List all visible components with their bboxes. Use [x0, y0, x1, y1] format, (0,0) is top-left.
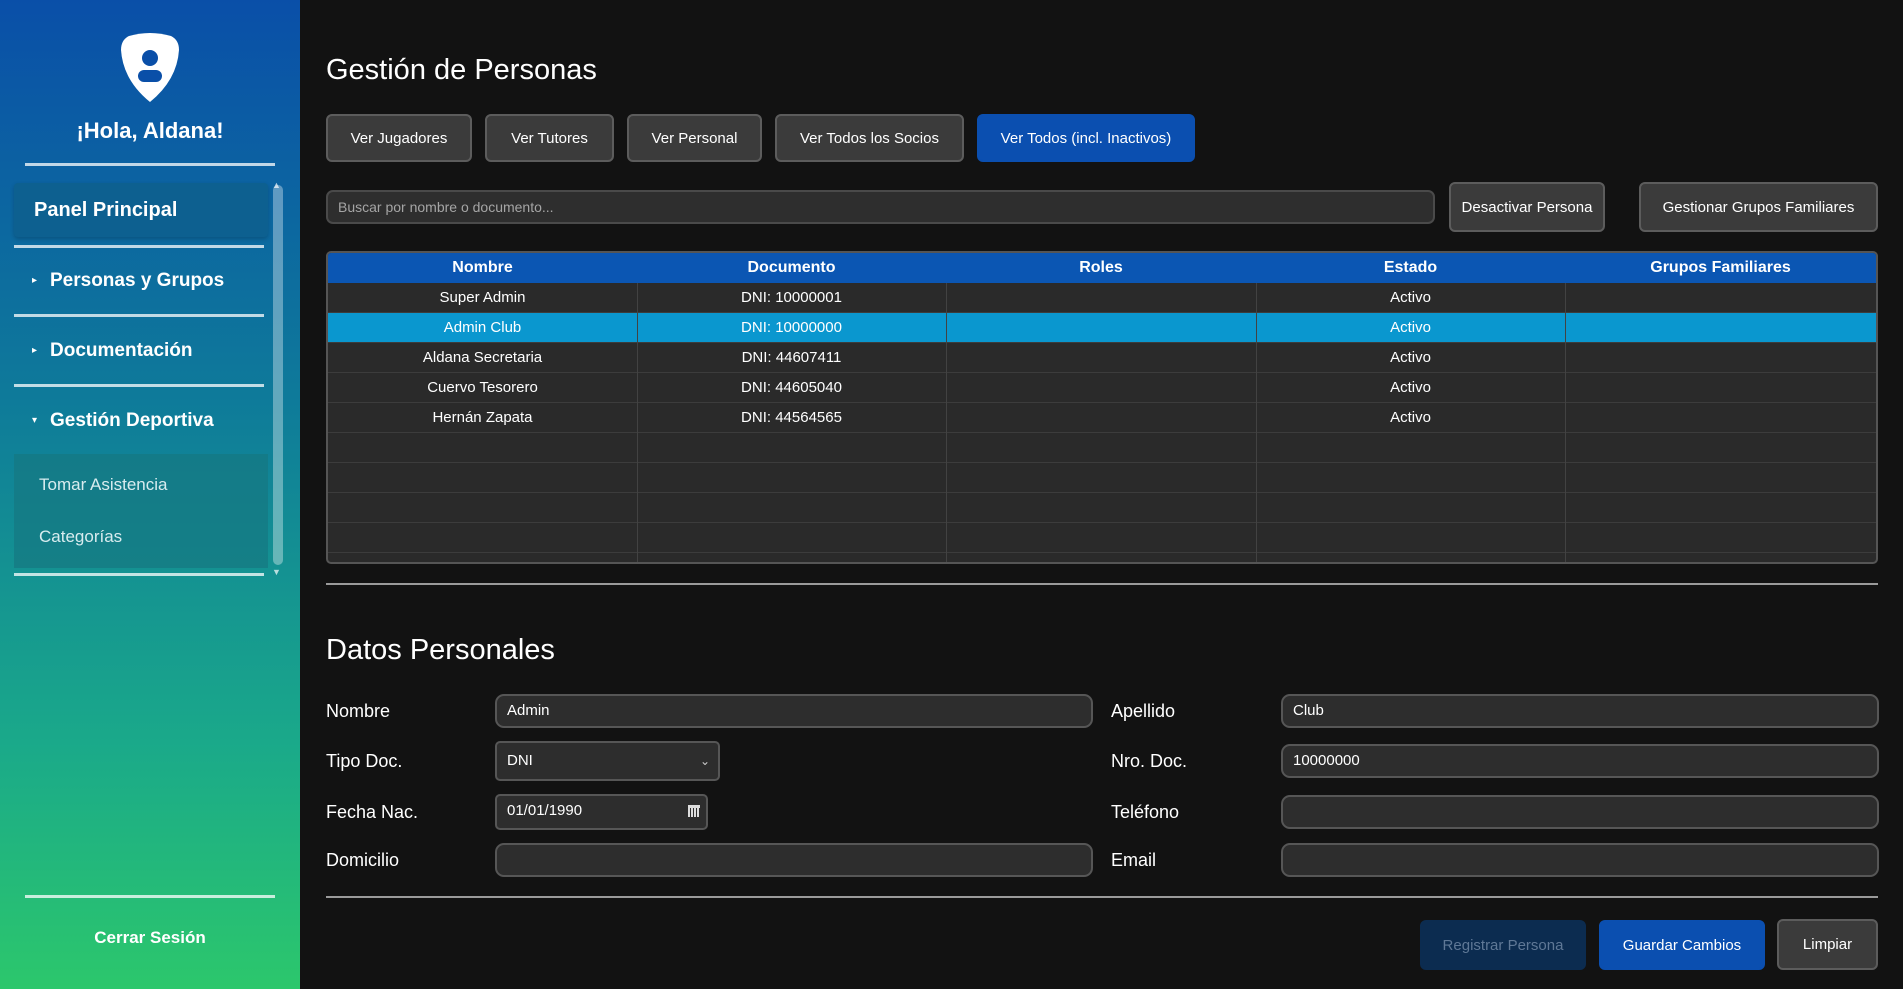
- column-divider: [637, 283, 638, 562]
- cell-estado: Activo: [1390, 319, 1431, 336]
- column-header-roles[interactable]: Roles: [946, 253, 1256, 283]
- nro-doc-field[interactable]: 10000000: [1281, 744, 1879, 778]
- email-field[interactable]: [1281, 843, 1879, 877]
- tipo-doc-value: DNI: [507, 752, 533, 769]
- user-shield-logo-icon: [121, 33, 179, 102]
- clear-button[interactable]: Limpiar: [1777, 919, 1878, 970]
- sidebar-item-gestion-deportiva[interactable]: ▾ Gestión Deportiva: [32, 410, 214, 432]
- cell-documento: DNI: 10000000: [741, 319, 842, 336]
- email-label: Email: [1111, 850, 1157, 870]
- filter-jugadores-button[interactable]: Ver Jugadores: [326, 114, 472, 162]
- sidebar-item-label: Gestión Deportiva: [50, 410, 214, 431]
- cell-estado: Activo: [1390, 379, 1431, 396]
- logout-button[interactable]: Cerrar Sesión: [0, 928, 300, 948]
- divider: [14, 384, 264, 387]
- page-title: Gestión de Personas: [326, 54, 597, 86]
- table-row[interactable]: Cuervo Tesorero DNI: 44605040 Activo: [328, 373, 1876, 403]
- sidebar-item-personas-grupos[interactable]: ▸ Personas y Grupos: [32, 270, 224, 292]
- divider: [25, 163, 275, 166]
- table-row-empty: [328, 463, 1876, 493]
- sidebar-subitem-categorias[interactable]: Categorías: [39, 527, 122, 547]
- divider: [14, 245, 264, 248]
- submenu: [14, 454, 268, 568]
- sidebar-item-panel-principal[interactable]: Panel Principal: [14, 183, 268, 237]
- form-title: Datos Personales: [326, 634, 555, 666]
- cell-nombre: Aldana Secretaria: [422, 349, 543, 366]
- column-header-nombre[interactable]: Nombre: [328, 253, 637, 283]
- table-row[interactable]: Super Admin DNI: 10000001 Activo: [328, 283, 1876, 313]
- cell-documento: DNI: 44605040: [741, 379, 842, 396]
- cell-estado: Activo: [1390, 289, 1431, 306]
- cell-nombre: Super Admin: [439, 289, 526, 306]
- filter-personal-button[interactable]: Ver Personal: [627, 114, 762, 162]
- table-row[interactable]: Hernán Zapata DNI: 44564565 Activo: [328, 403, 1876, 433]
- filter-todos-inactivos-button[interactable]: Ver Todos (incl. Inactivos): [977, 114, 1195, 162]
- apellido-field[interactable]: Club: [1281, 694, 1879, 728]
- cell-nombre: Cuervo Tesorero: [427, 379, 538, 396]
- sidebar-item-label: Personas y Grupos: [50, 270, 225, 291]
- fecha-nac-label: Fecha Nac.: [326, 802, 419, 822]
- apellido-label: Apellido: [1111, 701, 1176, 721]
- nombre-field[interactable]: Admin: [495, 694, 1093, 728]
- column-divider: [946, 283, 947, 562]
- sidebar-subitem-tomar-asistencia[interactable]: Tomar Asistencia: [39, 475, 168, 495]
- telefono-field[interactable]: [1281, 795, 1879, 829]
- fecha-nac-datepicker[interactable]: 01/01/1990: [495, 794, 708, 830]
- persons-table: Nombre Documento Roles Estado Grupos Fam…: [326, 251, 1878, 564]
- manage-family-groups-button[interactable]: Gestionar Grupos Familiares: [1639, 182, 1878, 232]
- cell-documento: DNI: 44564565: [741, 409, 842, 426]
- divider: [14, 314, 264, 317]
- table-header: Nombre Documento Roles Estado Grupos Fam…: [328, 253, 1876, 283]
- cell-estado: Activo: [1390, 349, 1431, 366]
- column-divider: [1256, 283, 1257, 562]
- chevron-down-icon: ⌄: [699, 754, 710, 768]
- table-row-empty: [328, 433, 1876, 463]
- caret-right-icon: ▸: [32, 275, 38, 287]
- deactivate-person-button[interactable]: Desactivar Persona: [1449, 182, 1605, 232]
- cell-estado: Activo: [1390, 409, 1431, 426]
- nombre-label: Nombre: [326, 701, 391, 721]
- search-input[interactable]: Buscar por nombre o documento...: [326, 190, 1435, 224]
- table-row-empty: [328, 523, 1876, 553]
- column-header-grupos[interactable]: Grupos Familiares: [1565, 253, 1876, 283]
- column-header-estado[interactable]: Estado: [1256, 253, 1565, 283]
- filter-tutores-button[interactable]: Ver Tutores: [485, 114, 614, 162]
- sidebar-item-documentacion[interactable]: ▸ Documentación: [32, 340, 193, 362]
- tipo-doc-label: Tipo Doc.: [326, 751, 403, 771]
- filter-todos-socios-button[interactable]: Ver Todos los Socios: [775, 114, 964, 162]
- domicilio-field[interactable]: [495, 843, 1093, 877]
- register-person-button[interactable]: Registrar Persona: [1420, 920, 1586, 970]
- cell-nombre: Admin Club: [443, 319, 522, 336]
- telefono-label: Teléfono: [1111, 802, 1180, 822]
- table-row-selected[interactable]: Admin Club DNI: 10000000 Activo: [328, 313, 1876, 343]
- table-row[interactable]: Aldana Secretaria DNI: 44607411 Activo: [328, 343, 1876, 373]
- section-divider: [326, 583, 1878, 585]
- sidebar-item-label: Panel Principal: [34, 199, 178, 221]
- column-header-documento[interactable]: Documento: [637, 253, 946, 283]
- domicilio-label: Domicilio: [326, 850, 400, 870]
- sidebar-scrollbar[interactable]: [273, 185, 283, 565]
- divider: [14, 573, 264, 576]
- sidebar-item-label: Documentación: [50, 340, 193, 361]
- cell-documento: DNI: 10000001: [741, 289, 842, 306]
- section-divider: [326, 896, 1878, 898]
- cell-nombre: Hernán Zapata: [432, 409, 533, 426]
- tipo-doc-select[interactable]: DNI ⌄: [495, 741, 720, 781]
- fecha-nac-value: 01/01/1990: [507, 802, 583, 819]
- table-row-empty: [328, 493, 1876, 523]
- save-changes-button[interactable]: Guardar Cambios: [1599, 920, 1765, 970]
- caret-right-icon: ▸: [32, 345, 38, 357]
- calendar-icon[interactable]: [688, 805, 700, 817]
- cell-documento: DNI: 44607411: [741, 349, 842, 366]
- divider: [25, 895, 275, 898]
- scroll-down-icon[interactable]: ▼: [272, 567, 281, 577]
- sidebar: ¡Hola, Aldana! Panel Principal ▸ Personas…: [0, 0, 300, 989]
- caret-down-icon: ▾: [32, 415, 38, 427]
- column-divider: [1565, 283, 1566, 562]
- nro-doc-label: Nro. Doc.: [1111, 751, 1188, 771]
- greeting: ¡Hola, Aldana!: [76, 118, 224, 143]
